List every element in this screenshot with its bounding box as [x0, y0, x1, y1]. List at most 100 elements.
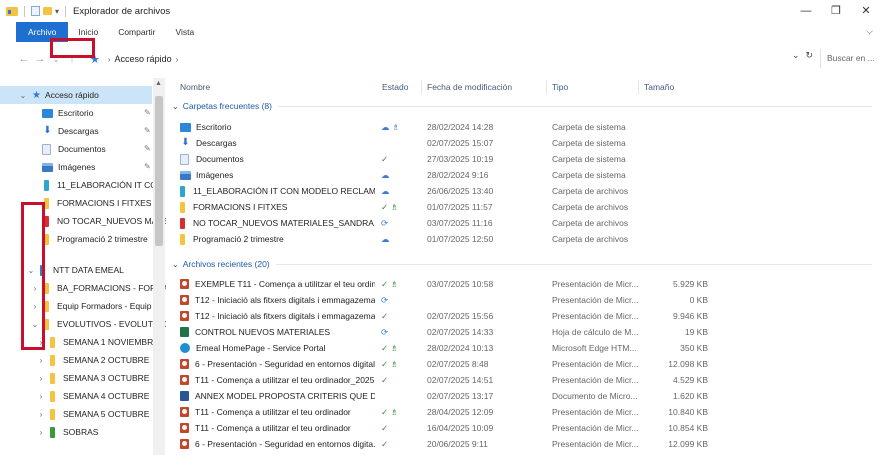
breadcrumb-separator-icon[interactable]: ›: [176, 55, 179, 64]
row-name-cell[interactable]: 6 - Presentación - Seguridad en entornos…: [180, 436, 375, 452]
scroll-up-icon[interactable]: ▲: [155, 80, 162, 87]
pin-icon[interactable]: ✎: [144, 162, 151, 171]
pin-icon[interactable]: ✎: [144, 126, 151, 135]
row-name-cell[interactable]: FORMACIONS I FITXES: [180, 199, 375, 215]
pin-icon[interactable]: ✎: [144, 108, 151, 117]
row-name-cell[interactable]: T11 - Comença a utilitzar el teu ordinad…: [180, 420, 375, 436]
nav-item-elaboracion[interactable]: 11_ELABORACIÓN IT CON: [44, 176, 163, 194]
chevron-down-icon[interactable]: ⌄: [172, 260, 179, 269]
table-row[interactable]: Imágenes ☁ 28/02/2024 9:16 Carpeta de siste…: [168, 167, 881, 183]
close-button[interactable]: ✕: [851, 0, 881, 22]
row-name-cell[interactable]: Emeal HomePage - Service Portal: [180, 340, 375, 356]
table-row[interactable]: T11 - Comença a utilitzar el teu ordinad…: [168, 420, 881, 436]
column-header-size[interactable]: Tamaño: [644, 78, 674, 96]
table-row[interactable]: Emeal HomePage - Service Portal ✓ ♗ 28/02/…: [168, 340, 881, 356]
table-row[interactable]: T12 - Iniciació als fitxers digitals i e…: [168, 292, 881, 308]
search-input[interactable]: Buscar en ... ⚲: [820, 49, 881, 68]
table-row[interactable]: ANNEX MODEL PROPOSTA CRITERIS QUE DEP...…: [168, 388, 881, 404]
nav-item-semana-2[interactable]: › SEMANA 2 OCTUBRE: [36, 351, 149, 369]
column-divider[interactable]: [638, 80, 639, 94]
table-row[interactable]: Escritorio ☁ ♗ 28/02/2024 14:28 Carpeta de …: [168, 119, 881, 135]
table-row[interactable]: 6 - Presentación - Seguridad en entornos…: [168, 356, 881, 372]
row-name-cell[interactable]: ⬇ Descargas: [180, 135, 375, 151]
nav-item-semana-1[interactable]: › SEMANA 1 NOVIEMBRE: [36, 333, 159, 351]
column-header-name[interactable]: Nombre: [180, 78, 210, 96]
nav-item-semana-4[interactable]: › SEMANA 4 OCTUBRE: [36, 387, 149, 405]
table-row[interactable]: Programació 2 trimestre ☁ 01/07/2025 12:50…: [168, 231, 881, 247]
minimize-button[interactable]: —: [791, 0, 821, 22]
row-name: Programació 2 trimestre: [193, 234, 284, 244]
row-name-cell[interactable]: Documentos: [180, 151, 375, 167]
nav-item-imagenes[interactable]: Imágenes: [42, 158, 95, 176]
properties-icon[interactable]: [31, 6, 40, 16]
nav-item-escritorio[interactable]: Escritorio: [42, 104, 93, 122]
nav-item-programacio[interactable]: Programació 2 trimestre: [44, 230, 148, 248]
table-row[interactable]: 11_ELABORACIÓN IT CON MODELO RECLAMA... ☁…: [168, 183, 881, 199]
new-folder-icon[interactable]: [43, 7, 52, 15]
row-name-cell[interactable]: Imágenes: [180, 167, 375, 183]
table-row[interactable]: T11 - Comença a utilitzar el teu ordinad…: [168, 404, 881, 420]
row-name-cell[interactable]: CONTROL NUEVOS MATERIALES: [180, 324, 375, 340]
table-row[interactable]: FORMACIONS I FITXES ✓ ♗ 01/07/2025 11:57 Ca…: [168, 199, 881, 215]
row-name-cell[interactable]: 6 - Presentación - Seguridad en entornos…: [180, 356, 375, 372]
forward-arrow-icon[interactable]: →: [32, 53, 48, 65]
table-row[interactable]: CONTROL NUEVOS MATERIALES ⟳ 02/07/2025 14:…: [168, 324, 881, 340]
tab-compartir[interactable]: Compartir: [108, 22, 165, 42]
nav-item-semana-3[interactable]: › SEMANA 3 OCTUBRE: [36, 369, 149, 387]
chevron-right-icon[interactable]: ›: [36, 428, 46, 437]
breadcrumb-separator-icon[interactable]: ›: [108, 55, 111, 64]
column-header-state[interactable]: Estado: [382, 78, 408, 96]
maximize-button[interactable]: ❐: [821, 0, 851, 22]
table-row[interactable]: Documentos ✓ 27/03/2025 10:19 Carpeta de si…: [168, 151, 881, 167]
chevron-down-icon[interactable]: ⌄: [172, 102, 179, 111]
chevron-right-icon[interactable]: ›: [36, 410, 46, 419]
row-name-cell[interactable]: Escritorio: [180, 119, 375, 135]
column-header-date[interactable]: Fecha de modificación: [427, 78, 512, 96]
table-row[interactable]: ⬇ Descargas 02/07/2025 15:07 Carpeta de sis…: [168, 135, 881, 151]
back-arrow-icon[interactable]: ←: [16, 53, 32, 65]
nav-item-sobras[interactable]: › SOBRAS: [36, 423, 98, 441]
row-name-cell[interactable]: Programació 2 trimestre: [180, 231, 375, 247]
chevron-right-icon[interactable]: ›: [36, 392, 46, 401]
nav-item-equip-formadors[interactable]: › Equip Formadors - Equip F: [30, 297, 159, 315]
nav-item-acceso-rapido[interactable]: ⌄ ★ Acceso rápido: [0, 86, 152, 104]
nav-item-no-tocar[interactable]: NO TOCAR_NUEVOS MATE: [44, 212, 166, 230]
row-name-cell[interactable]: EXEMPLE T11 - Comença a utilitzar el teu…: [180, 276, 375, 292]
chevron-right-icon[interactable]: ›: [36, 356, 46, 365]
row-name-cell[interactable]: T12 - Iniciació als fitxers digitals i e…: [180, 292, 375, 308]
nav-item-descargas[interactable]: ⬇ Descargas: [42, 122, 98, 140]
group-header-frequent[interactable]: ⌄ Carpetas frecuentes (8): [172, 99, 872, 113]
table-row[interactable]: T12 - Iniciació als fitxers digitals i e…: [168, 308, 881, 324]
nav-scrollbar[interactable]: ▲: [153, 78, 165, 455]
refresh-icon[interactable]: ↻: [806, 50, 814, 61]
table-row[interactable]: EXEMPLE T11 - Comença a utilitzar el teu…: [168, 276, 881, 292]
column-header-type[interactable]: Tipo: [552, 78, 568, 96]
row-name-cell[interactable]: NO TOCAR_NUEVOS MATERIALES_SANDRA SE...: [180, 215, 375, 231]
nav-item-evolutivos[interactable]: ⌄ EVOLUTIVOS - EVOLUTIVO: [30, 315, 166, 333]
scrollbar-thumb[interactable]: [155, 96, 163, 246]
chevron-down-icon[interactable]: ⌄: [18, 91, 28, 100]
nav-item-semana-5[interactable]: › SEMANA 5 OCTUBRE: [36, 405, 149, 423]
row-name-cell[interactable]: 11_ELABORACIÓN IT CON MODELO RECLAMA...: [180, 183, 375, 199]
nav-item-formacions[interactable]: FORMACIONS I FITXES: [44, 194, 151, 212]
row-name-cell[interactable]: T12 - Iniciació als fitxers digitals i e…: [180, 308, 375, 324]
customize-toolbar-icon[interactable]: ▾: [55, 7, 59, 16]
chevron-down-icon[interactable]: ⌵: [866, 26, 873, 37]
table-row[interactable]: NO TOCAR_NUEVOS MATERIALES_SANDRA SE... ⟳…: [168, 215, 881, 231]
column-divider[interactable]: [546, 80, 547, 94]
breadcrumb-acceso-rapido[interactable]: Acceso rápido: [115, 54, 172, 64]
group-header-recent[interactable]: ⌄ Archivos recientes (20): [172, 257, 872, 271]
pin-icon[interactable]: ✎: [144, 144, 151, 153]
row-name-cell[interactable]: T11 - Comença a utilitzar el teu ordinad…: [180, 404, 375, 420]
column-divider[interactable]: [421, 80, 422, 94]
address-history-icon[interactable]: ⌄: [792, 50, 800, 61]
tab-vista[interactable]: Vista: [166, 22, 205, 42]
address-bar[interactable]: ★ › Acceso rápido ›: [90, 50, 790, 68]
nav-item-documentos[interactable]: Documentos: [42, 140, 106, 158]
table-row[interactable]: T11 - Comença a utilitzar el teu ordinad…: [168, 372, 881, 388]
table-row[interactable]: 6 - Presentación - Seguridad en entornos…: [168, 436, 881, 452]
nav-item-ba-formacions[interactable]: › BA_FORMACIONS - FORMA: [30, 279, 166, 297]
row-name-cell[interactable]: ANNEX MODEL PROPOSTA CRITERIS QUE DEP...: [180, 388, 375, 404]
chevron-right-icon[interactable]: ›: [36, 374, 46, 383]
row-name-cell[interactable]: T11 - Comença a utilitzar el teu ordinad…: [180, 372, 375, 388]
